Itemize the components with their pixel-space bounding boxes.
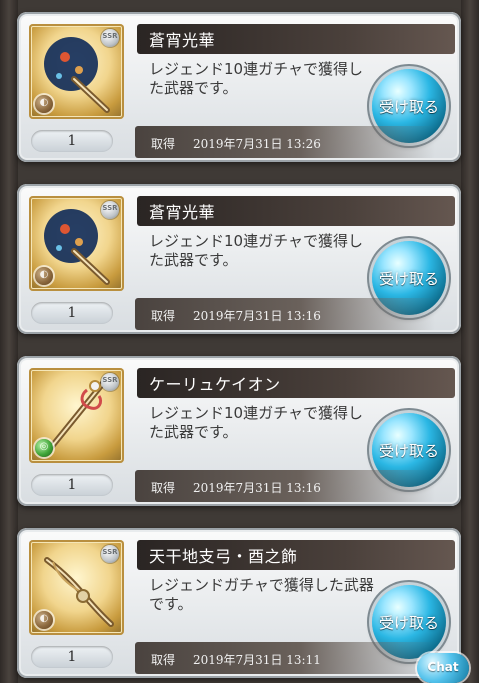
ssr-badge: SSR	[101, 201, 119, 219]
ssr-badge: SSR	[101, 29, 119, 47]
ssr-badge: SSR	[101, 545, 119, 563]
item-description: レジェンド10連ガチャで獲得した武器です。	[149, 404, 363, 441]
item-description: レジェンド10連ガチャで獲得した武器です。	[149, 60, 363, 97]
wind-element-icon: ◎	[35, 439, 53, 457]
quantity-pill: 1	[31, 302, 113, 324]
chat-button[interactable]: Chat	[417, 653, 469, 683]
acquired-datetime: 2019年7月31日 13:16	[193, 481, 321, 495]
item-description: レジェンドガチャで獲得した武器です。	[149, 576, 374, 613]
weapon-thumbnail: SSR ◎	[29, 368, 124, 463]
right-decorative-rail	[461, 0, 479, 683]
left-decorative-rail	[0, 0, 18, 683]
dark-element-icon: ◐	[35, 611, 53, 629]
receive-button-label: 受け取る	[378, 270, 439, 288]
quantity-pill: 1	[31, 646, 113, 668]
dark-element-icon: ◐	[35, 95, 53, 113]
weapon-thumbnail: SSR ◐	[29, 24, 124, 119]
item-name: ケーリュケイオン	[149, 375, 281, 394]
ssr-badge: SSR	[101, 373, 119, 391]
present-card: SSR ◐ 天干地支弓・酉之飾 レジェンドガチャで獲得した武器です。 受け取る …	[17, 528, 461, 678]
quantity-pill: 1	[31, 474, 113, 496]
present-card: SSR ◐ 蒼宵光華 レジェンド10連ガチャで獲得した武器です。 受け取る 1 …	[17, 184, 461, 334]
present-card: SSR ◎ ケーリュケイオン レジェンド10連ガチャで獲得した武器です。 受け取…	[17, 356, 461, 506]
acquired-datetime: 2019年7月31日 13:26	[193, 137, 321, 151]
acquired-label: 取得	[151, 481, 176, 495]
present-card: SSR ◐ 蒼宵光華 レジェンド10連ガチャで獲得した武器です。 受け取る 1 …	[17, 12, 461, 162]
receive-button-label: 受け取る	[378, 442, 439, 460]
acquired-label: 取得	[151, 309, 176, 323]
weapon-thumbnail: SSR ◐	[29, 196, 124, 291]
item-description: レジェンド10連ガチャで獲得した武器です。	[149, 232, 363, 269]
weapon-thumbnail: SSR ◐	[29, 540, 124, 635]
quantity-value: 1	[67, 133, 77, 149]
chat-button-label: Chat	[427, 660, 459, 674]
item-name: 蒼宵光華	[149, 203, 216, 222]
receive-button-label: 受け取る	[378, 98, 439, 116]
quantity-value: 1	[67, 477, 77, 493]
acquired-label: 取得	[151, 653, 176, 667]
quantity-value: 1	[67, 649, 77, 665]
receive-button-label: 受け取る	[378, 614, 439, 632]
quantity-pill: 1	[31, 130, 113, 152]
acquired-label: 取得	[151, 137, 176, 151]
dark-element-icon: ◐	[35, 267, 53, 285]
item-name: 天干地支弓・酉之飾	[149, 547, 298, 566]
acquired-datetime: 2019年7月31日 13:16	[193, 309, 321, 323]
quantity-value: 1	[67, 305, 77, 321]
acquired-datetime: 2019年7月31日 13:11	[193, 653, 321, 667]
item-name: 蒼宵光華	[149, 31, 216, 50]
